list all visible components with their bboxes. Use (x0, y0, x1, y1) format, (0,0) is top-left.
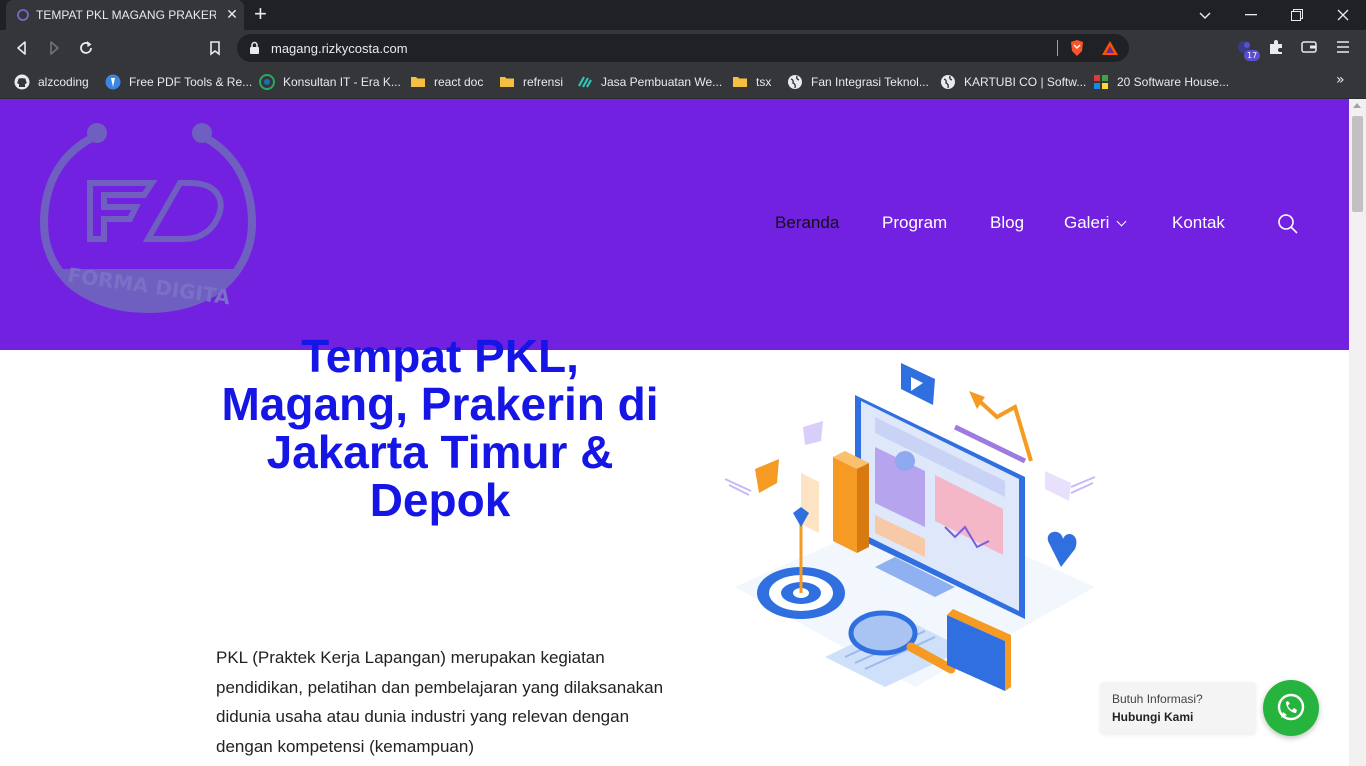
bookmark-label: alzcoding (38, 75, 89, 89)
bookmarks-overflow-button[interactable]: » (1336, 72, 1345, 88)
bookmark-label: Konsultan IT - Era K... (283, 75, 401, 89)
globe-icon (941, 75, 955, 89)
github-icon (14, 74, 30, 90)
address-bar[interactable]: magang.rizkycosta.com (237, 34, 1129, 62)
globe-icon (788, 75, 802, 89)
search-icon[interactable] (1277, 213, 1299, 235)
globe-green-icon (259, 74, 275, 90)
bookmark-kartubi[interactable]: KARTUBI CO | Softw... (940, 73, 1086, 91)
restore-icon[interactable] (1291, 9, 1303, 21)
bookmark-label: tsx (756, 75, 772, 89)
whatsapp-tooltip[interactable]: Butuh Informasi? Hubungi Kami (1100, 682, 1256, 734)
site-favicon-icon (17, 9, 29, 21)
extensions-icon[interactable] (1267, 38, 1285, 56)
bookmark-free-pdf[interactable]: Free PDF Tools & Re... (105, 73, 252, 91)
lock-icon[interactable] (249, 41, 260, 54)
back-icon[interactable] (12, 38, 32, 58)
bookmark-konsultan-it[interactable]: Konsultan IT - Era K... (259, 73, 401, 91)
forma-digita-logo[interactable]: FORMA DIGITA (40, 121, 256, 313)
whatsapp-icon (1277, 693, 1305, 721)
new-tab-button[interactable]: + (254, 3, 267, 25)
pdf-tools-icon (105, 74, 121, 90)
bookmark-label: Jasa Pembuatan We... (601, 75, 723, 89)
bookmark-label: Free PDF Tools & Re... (129, 75, 253, 89)
bookmark-refrensi[interactable]: refrensi (499, 73, 563, 91)
scroll-thumb[interactable] (1352, 116, 1363, 212)
bookmark-icon[interactable] (205, 38, 225, 58)
bookmark-label: KARTUBI CO | Softw... (964, 75, 1087, 89)
brave-rewards-icon[interactable] (1101, 40, 1119, 56)
bookmark-label: Fan Integrasi Teknol... (811, 75, 929, 89)
bookmark-jasa-pembuatan[interactable]: Jasa Pembuatan We... (577, 73, 722, 91)
chevron-down-icon (1116, 216, 1127, 227)
analytics-illustration (724, 363, 1096, 691)
nav-galeri-label: Galeri (1064, 213, 1110, 232)
folder-icon (411, 77, 425, 87)
menu-icon[interactable] (1335, 38, 1351, 56)
close-window-icon[interactable] (1337, 9, 1349, 21)
bookmark-alzcoding[interactable]: alzcoding (14, 73, 89, 91)
bookmark-label: react doc (434, 75, 484, 89)
nav-galeri[interactable]: Galeri (1064, 213, 1127, 233)
bookmark-react-doc[interactable]: react doc (410, 73, 483, 91)
colorful-grid-icon (1094, 75, 1108, 89)
bookmark-tsx[interactable]: tsx (732, 73, 771, 91)
tab-title: TEMPAT PKL MAGANG PRAKERIN (36, 8, 216, 22)
bookmark-label: 20 Software House... (1117, 75, 1230, 89)
nav-program[interactable]: Program (882, 213, 947, 233)
forward-icon[interactable] (44, 38, 64, 58)
bookmark-fan-integrasi[interactable]: Fan Integrasi Teknol... (787, 73, 929, 91)
nav-blog[interactable]: Blog (990, 213, 1024, 233)
hero-headline: Tempat PKL, Magang, Prakerin di Jakarta … (221, 330, 659, 526)
nav-beranda[interactable]: Beranda (775, 213, 839, 233)
wallet-icon[interactable] (1300, 38, 1318, 56)
scroll-up-arrow-icon[interactable] (1353, 103, 1361, 108)
minimize-icon[interactable] (1245, 14, 1257, 16)
whatsapp-button[interactable] (1263, 680, 1319, 736)
folder-icon (733, 77, 747, 87)
close-tab-icon[interactable]: ✕ (224, 7, 240, 23)
whatsapp-line2: Hubungi Kami (1112, 710, 1194, 724)
brave-shields-icon[interactable] (1069, 39, 1085, 57)
tab-search-chevron-icon[interactable] (1199, 9, 1211, 21)
hero-paragraph: PKL (Praktek Kerja Lapangan) merupakan k… (216, 648, 664, 756)
teal-logo-icon (578, 76, 592, 88)
folder-icon (500, 77, 514, 87)
bookmark-20-software[interactable]: 20 Software House... (1093, 73, 1229, 91)
page-scrollbar[interactable] (1349, 99, 1366, 766)
site-header: FORMA DIGITA Beranda Program Blog Galeri… (0, 99, 1349, 350)
bookmark-label: refrensi (523, 75, 564, 89)
extension-badge: 17 (1244, 50, 1261, 61)
url-text[interactable]: magang.rizkycosta.com (271, 41, 408, 56)
address-separator (1057, 40, 1058, 56)
tab-strip: TEMPAT PKL MAGANG PRAKERIN ✕ + (0, 0, 1366, 30)
browser-tab[interactable]: TEMPAT PKL MAGANG PRAKERIN ✕ (6, 0, 244, 30)
whatsapp-line1: Butuh Informasi? (1112, 692, 1203, 706)
browser-toolbar: magang.rizkycosta.com (0, 30, 1366, 66)
bookmarks-bar: alzcoding Free PDF Tools & Re... Konsult… (0, 66, 1366, 99)
nav-kontak[interactable]: Kontak (1172, 213, 1225, 233)
reload-icon[interactable] (76, 38, 96, 58)
